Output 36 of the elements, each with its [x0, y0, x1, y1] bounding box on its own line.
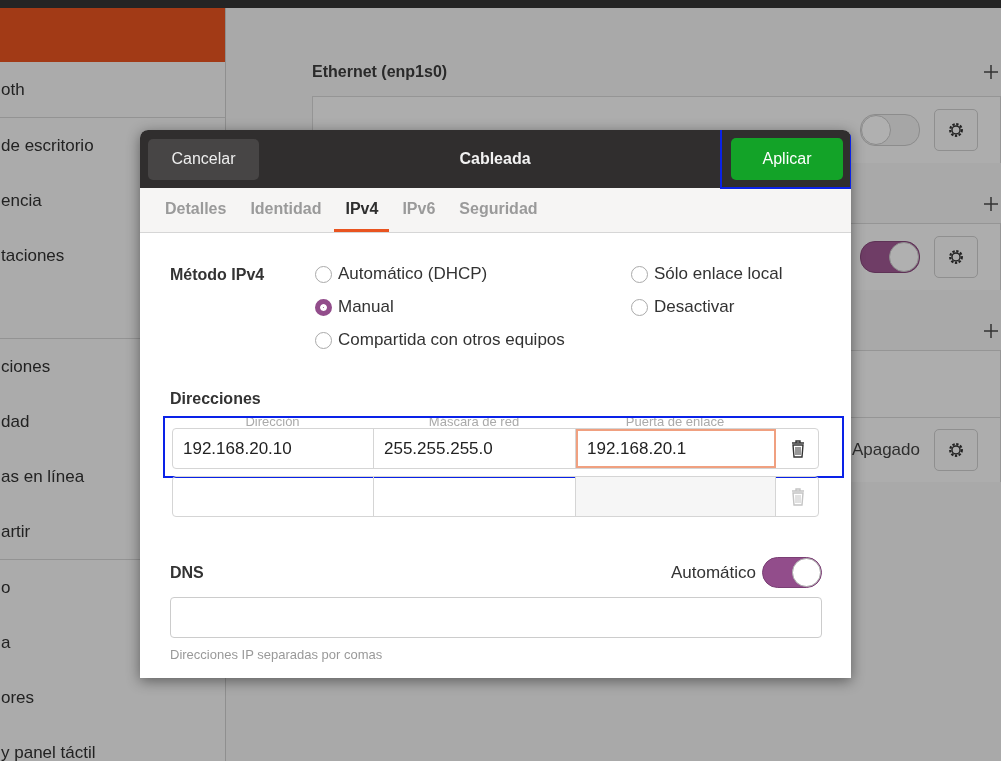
section-title: DNS	[170, 563, 205, 582]
add-icon[interactable]	[984, 324, 998, 338]
radio-option[interactable]: Automático (DHCP)	[315, 264, 631, 284]
sidebar-item[interactable]: y panel táctil	[0, 725, 225, 761]
status-text: Apagado	[851, 440, 920, 460]
toggle-switch[interactable]	[762, 557, 822, 588]
hint-text: Direcciones IP separadas por comas	[170, 647, 384, 662]
radio-option[interactable]: Sólo enlace local	[631, 264, 783, 284]
section-title: Direcciones	[170, 390, 262, 408]
radio-option[interactable]: Manual	[315, 297, 631, 317]
delete-icon[interactable]	[791, 439, 805, 458]
radio-option[interactable]: Desactivar	[631, 297, 783, 317]
toggle-switch[interactable]	[860, 241, 920, 273]
toggle-switch[interactable]	[860, 114, 920, 146]
sidebar-item[interactable]: ores	[0, 670, 225, 725]
settings-button[interactable]	[934, 109, 978, 151]
add-icon[interactable]	[984, 65, 998, 79]
address-field[interactable]: 192.168.20.1	[576, 429, 776, 468]
dialog-title: Cableada	[458, 150, 532, 168]
tab[interactable]: IPv4	[334, 188, 390, 232]
method-label: Método IPv4	[170, 265, 266, 285]
section-title: Ethernet (enp1s0)	[312, 63, 448, 81]
radio-option[interactable]: Compartida con otros equipos	[315, 330, 631, 350]
toggle-label: Automático	[670, 562, 756, 583]
column-header: Máscara de red	[427, 416, 521, 428]
gear-icon	[947, 441, 965, 459]
settings-button[interactable]	[934, 429, 978, 471]
sidebar-item[interactable]: oth	[0, 62, 225, 117]
address-field[interactable]: 192.168.20.10	[173, 429, 374, 468]
dns-field[interactable]	[170, 597, 822, 638]
cancel-button[interactable]: Cancelar	[148, 138, 259, 180]
add-icon[interactable]	[984, 197, 998, 211]
gear-icon	[947, 121, 965, 139]
gear-icon	[947, 248, 965, 266]
settings-button[interactable]	[934, 236, 978, 278]
address-field[interactable]: 255.255.255.0	[374, 429, 576, 468]
